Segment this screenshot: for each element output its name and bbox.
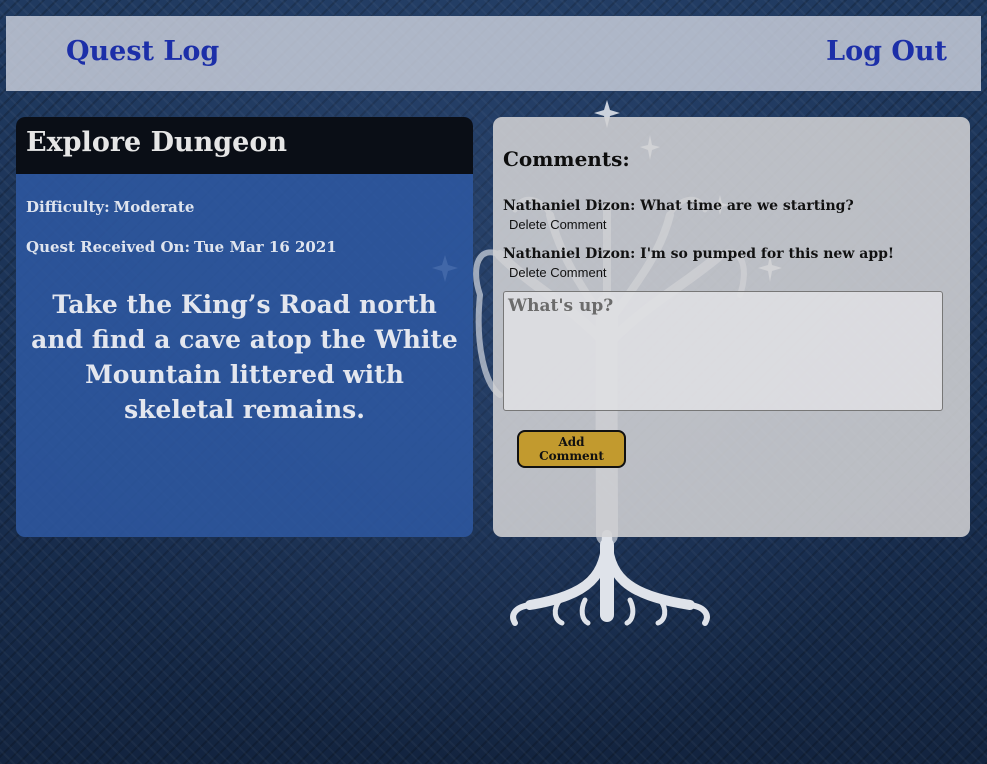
received-value: Tue Mar 16 2021 — [193, 238, 337, 256]
quest-header: Explore Dungeon — [16, 117, 473, 174]
comment-body: What time are we starting? — [640, 198, 854, 214]
received-label: Quest Received On: — [26, 238, 190, 256]
difficulty-label: Difficulty: — [26, 198, 110, 216]
comment-input[interactable] — [503, 291, 943, 411]
comment-author: Nathaniel Dizon — [503, 246, 640, 262]
comment-text: Nathaniel DizonWhat time are we starting… — [503, 198, 854, 214]
delete-comment-button[interactable]: Delete Comment — [509, 217, 607, 232]
delete-comment-button[interactable]: Delete Comment — [509, 265, 607, 280]
comment-body: I'm so pumped for this new app! — [640, 246, 895, 262]
comment-author: Nathaniel Dizon — [503, 198, 640, 214]
add-comment-button[interactable]: Add Comment — [517, 430, 626, 468]
quest-title: Explore Dungeon — [26, 127, 287, 158]
comment-text: Nathaniel DizonI'm so pumped for this ne… — [503, 246, 894, 262]
comments-heading: Comments: — [503, 147, 630, 171]
quest-log-link[interactable]: Quest Log — [66, 36, 219, 67]
log-out-link[interactable]: Log Out — [826, 36, 947, 67]
comments-panel: Comments: Nathaniel DizonWhat time are w… — [493, 117, 970, 537]
quest-description: Take the King’s Road north and find a ca… — [31, 290, 458, 424]
comment-item: Nathaniel DizonI'm so pumped for this ne… — [503, 243, 894, 280]
quest-difficulty: Difficulty: Moderate — [26, 198, 194, 216]
quest-received-date: Quest Received On: Tue Mar 16 2021 — [26, 238, 337, 256]
difficulty-value: Moderate — [113, 198, 195, 216]
navbar: Quest Log Log Out — [6, 16, 981, 91]
quest-card: Explore Dungeon Difficulty: Moderate Ques… — [16, 117, 473, 537]
comment-item: Nathaniel DizonWhat time are we starting… — [503, 195, 854, 232]
